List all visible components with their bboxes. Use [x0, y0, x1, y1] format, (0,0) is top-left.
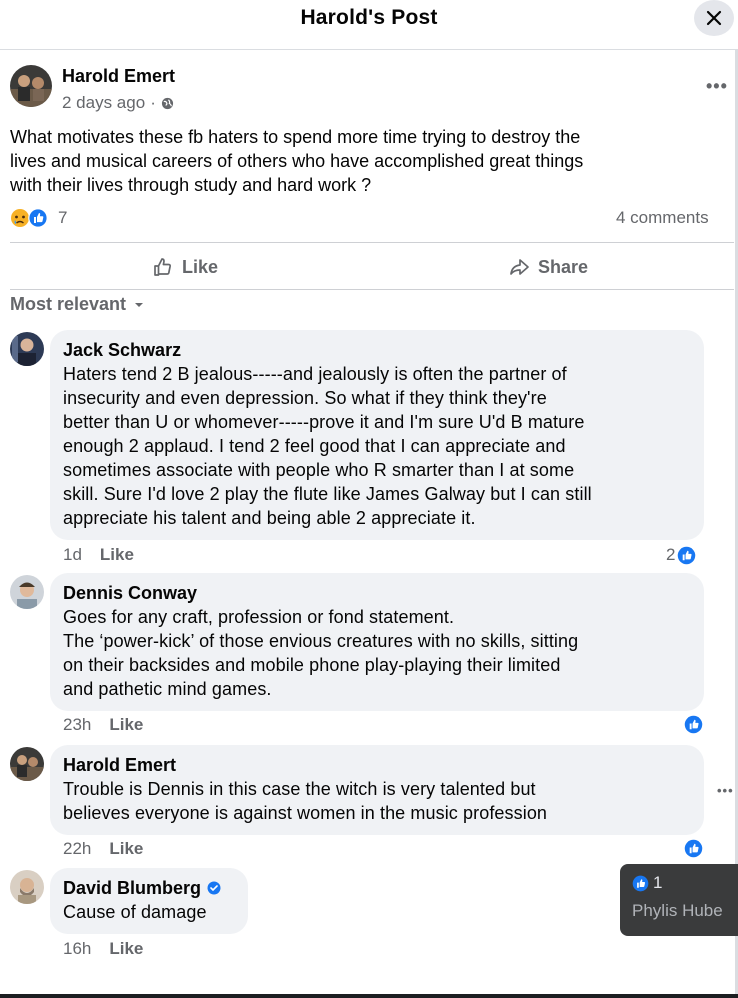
comment-text: Trouble is Dennis in this case the witch…: [63, 777, 691, 825]
bottom-edge: [0, 994, 738, 998]
like-reaction-icon: [632, 875, 649, 891]
thumbs-up-icon: [154, 258, 171, 276]
reaction-summary[interactable]: 7: [10, 208, 67, 228]
comment-text-line: and pathetic mind games.: [63, 679, 272, 699]
comment-author-name[interactable]: David Blumberg: [63, 876, 201, 900]
post-more-options-button[interactable]: •••: [706, 76, 728, 97]
comment-text: Goes for any craft, profession or fond s…: [63, 605, 691, 701]
comments-count-link[interactable]: 4 comments: [616, 208, 709, 228]
comment-bubble: David Blumberg Cause of damage: [50, 868, 248, 934]
like-reaction-icon: [684, 839, 703, 858]
avatar[interactable]: [10, 870, 44, 904]
comment-text-line: better than U or whomever-----prove it a…: [63, 412, 585, 432]
dialog-title: Harold's Post: [300, 6, 438, 29]
comment-bubble: Dennis Conway Goes for any craft, profes…: [50, 573, 704, 711]
comment-text-line: on their backsides and mobile phone play…: [63, 655, 561, 675]
post-body: What motivates these fb haters to spend …: [10, 125, 710, 197]
comment-timestamp[interactable]: 16h: [63, 939, 91, 959]
comment-timestamp[interactable]: 23h: [63, 715, 91, 735]
tooltip-reaction-row: 1: [632, 873, 738, 893]
comment-timestamp[interactable]: 22h: [63, 839, 91, 859]
divider: [10, 289, 734, 290]
avatar[interactable]: [10, 575, 44, 609]
comment-text-line: believes everyone is against women in th…: [63, 803, 548, 823]
post-dialog-header: Harold's Post: [0, 0, 738, 50]
comment-text-line: sometimes associate with people who R sm…: [63, 460, 575, 480]
comment-text-line: enough 2 applaud. I tend 2 feel good tha…: [63, 436, 566, 456]
comment-reaction-badge[interactable]: 2: [666, 545, 696, 565]
close-icon: [706, 10, 722, 26]
post-text-line: with their lives through study and hard …: [10, 175, 372, 195]
avatar[interactable]: [10, 65, 52, 107]
like-reaction-icon: [684, 715, 703, 734]
comment-text-line: appreciate his talent and being able 2 a…: [63, 508, 476, 528]
comment-meta: 23h Like: [63, 715, 143, 735]
reactions-tooltip: 1 Phylis Hube: [620, 864, 738, 936]
tooltip-count: 1: [653, 873, 663, 892]
comment-timestamp[interactable]: 1d: [63, 545, 82, 565]
comment-meta: 16h Like: [63, 939, 143, 959]
tooltip-reactor-name: Phylis Hube: [632, 901, 723, 920]
sort-label: Most relevant: [10, 294, 127, 314]
comment-bubble: Harold Emert Trouble is Dennis in this c…: [50, 745, 704, 835]
post-timestamp[interactable]: 2 days ago: [62, 93, 145, 113]
meta-separator: ·: [150, 93, 156, 112]
comment-more-options-button[interactable]: •••: [717, 783, 734, 798]
comment-text: Haters tend 2 B jealous-----and jealousl…: [63, 362, 691, 530]
comment-author-name[interactable]: Dennis Conway: [63, 581, 691, 605]
avatar[interactable]: [10, 747, 44, 781]
comment-bubble: Jack Schwarz Haters tend 2 B jealous----…: [50, 330, 704, 540]
reaction-count[interactable]: 7: [58, 208, 67, 228]
close-button[interactable]: [694, 0, 734, 36]
post-meta: 2 days ago ·: [62, 93, 174, 113]
comment-like-button[interactable]: Like: [100, 545, 134, 565]
comment-author-name[interactable]: Harold Emert: [63, 753, 691, 777]
comment-text-line: The ‘power-kick’ of those envious creatu…: [63, 631, 579, 651]
like-reaction-icon: [28, 208, 48, 228]
comment-like-button[interactable]: Like: [109, 839, 143, 859]
comment-text-line: insecurity and even depression. So what …: [63, 388, 547, 408]
comment-text-line: Cause of damage: [63, 902, 207, 922]
sad-reaction-icon: [11, 209, 29, 227]
share-button[interactable]: Share: [508, 252, 588, 282]
post-text-line: What motivates these fb haters to spend …: [10, 127, 581, 147]
comment-reaction-badge[interactable]: [684, 715, 703, 734]
avatar[interactable]: [10, 332, 44, 366]
post-text-line: lives and musical careers of others who …: [10, 151, 584, 171]
like-button[interactable]: Like: [152, 252, 218, 282]
comment-text-line: Goes for any craft, profession or fond s…: [63, 607, 455, 627]
comment-text-line: Trouble is Dennis in this case the witch…: [63, 779, 536, 799]
share-button-label: Share: [538, 256, 589, 277]
comment-author-row: David Blumberg: [63, 876, 235, 900]
comment-text-line: skill. Sure I'd love 2 play the flute li…: [63, 484, 592, 504]
like-button-label: Like: [182, 256, 219, 277]
comment-like-button[interactable]: Like: [109, 715, 143, 735]
comment-author-name[interactable]: Jack Schwarz: [63, 338, 691, 362]
comment-like-count: 2: [666, 545, 676, 564]
comment-like-button[interactable]: Like: [109, 939, 143, 959]
share-icon: [510, 259, 529, 275]
verified-badge-icon: [207, 881, 221, 895]
post-author-name[interactable]: Harold Emert: [62, 66, 175, 87]
comment-meta: 22h Like: [63, 839, 143, 859]
comment-text-line: Haters tend 2 B jealous-----and jealousl…: [63, 364, 567, 384]
comment-sort-dropdown[interactable]: Most relevant: [10, 294, 144, 315]
globe-icon: [161, 97, 173, 109]
divider: [10, 242, 734, 243]
comment-reaction-badge[interactable]: [684, 839, 703, 858]
comment-text: Cause of damage: [63, 900, 235, 924]
like-reaction-icon: [678, 546, 696, 564]
comment-meta: 1d Like: [63, 545, 134, 565]
caret-down-icon: [135, 302, 144, 307]
